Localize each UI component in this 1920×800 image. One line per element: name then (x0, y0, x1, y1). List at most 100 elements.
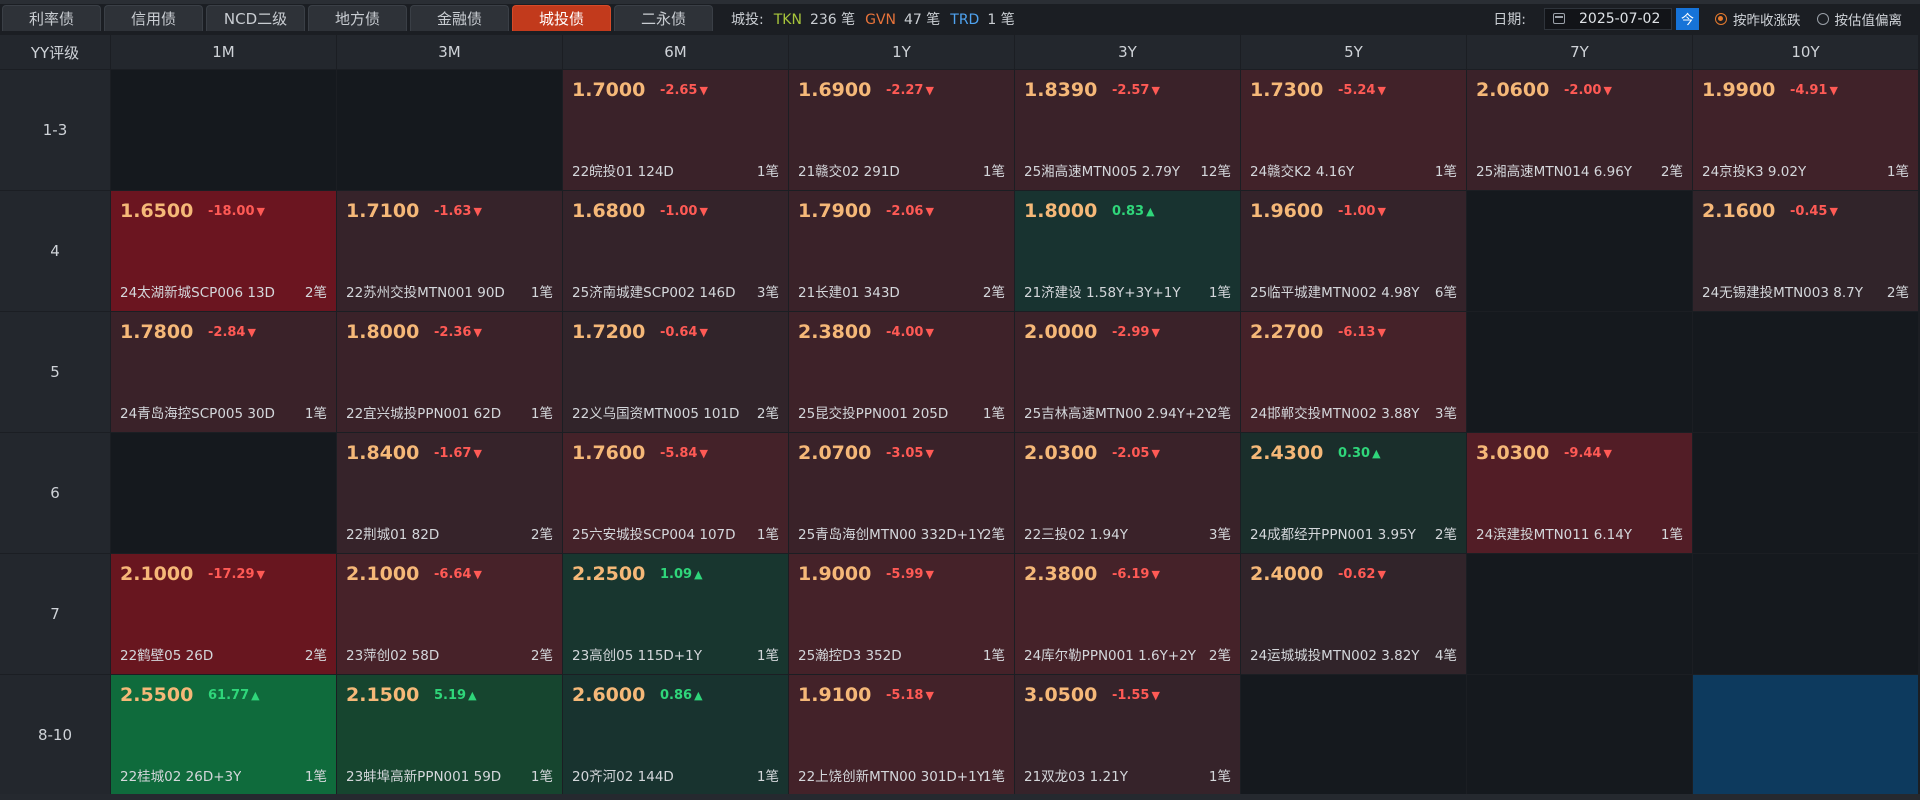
bond-cell[interactable]: 2.3800 -4.00 ▼ 25昆交投PPN001 205D 1笔 (789, 312, 1014, 432)
change-value: -2.57 (1112, 83, 1150, 98)
yield-value: 2.1000 (120, 563, 194, 585)
change-value: -5.99 (886, 567, 924, 582)
change-value: -2.36 (434, 325, 472, 340)
bond-cell[interactable]: 1.9900 -4.91 ▼ 24京投K3 9.02Y 1笔 (1693, 70, 1918, 190)
trade-count: 2笔 (304, 648, 327, 664)
bond-name: 24库尔勒PPN001 1.6Y+2Y (1024, 648, 1196, 664)
tab-1[interactable]: 信用债 (104, 5, 203, 31)
stats-label: 城投: (731, 11, 764, 28)
bond-cell[interactable]: 1.9000 -5.99 ▼ 25瀚控D3 352D 1笔 (789, 554, 1014, 674)
tenor-header-7y[interactable]: 7Y (1467, 35, 1692, 69)
trade-count: 1笔 (530, 769, 553, 785)
bond-cell[interactable]: 2.0600 -2.00 ▼ 25湘高速MTN014 6.96Y 2笔 (1467, 70, 1692, 190)
bond-cell[interactable]: 1.9100 -5.18 ▼ 22上饶创新MTN00 301D+1Y 1笔 (789, 675, 1014, 795)
empty-cell (1693, 554, 1918, 674)
bond-cell[interactable]: 3.0300 -9.44 ▼ 24滨建投MTN011 6.14Y 1笔 (1467, 433, 1692, 553)
arrow-down-icon: ▼ (1377, 326, 1386, 339)
trade-count: 1笔 (530, 285, 553, 301)
bond-cell[interactable]: 1.6800 -1.00 ▼ 25济南城建SCP002 146D 3笔 (563, 191, 788, 311)
bond-cell[interactable]: 2.5500 61.77 ▲ 22桂城02 26D+3Y 1笔 (111, 675, 336, 795)
tenor-header-3m[interactable]: 3M (337, 35, 562, 69)
bond-cell[interactable]: 2.1000 -17.29 ▼ 22鹤壁05 26D 2笔 (111, 554, 336, 674)
trade-count: 2笔 (1208, 648, 1231, 664)
bond-name: 25临平城建MTN002 4.98Y (1250, 285, 1420, 301)
arrow-up-icon: ▲ (694, 689, 703, 702)
bond-cell[interactable]: 2.4300 0.30 ▲ 24成都经开PPN001 3.95Y 2笔 (1241, 433, 1466, 553)
stat-code: GVN (865, 11, 897, 28)
arrow-down-icon: ▼ (473, 205, 482, 218)
change-value: -6.13 (1338, 325, 1376, 340)
tenor-header-6m[interactable]: 6M (563, 35, 788, 69)
change-value: -3.05 (886, 446, 924, 461)
change-value: -1.00 (660, 204, 698, 219)
tenor-header-5y[interactable]: 5Y (1241, 35, 1466, 69)
tenor-header-1y[interactable]: 1Y (789, 35, 1014, 69)
arrow-down-icon: ▼ (925, 326, 934, 339)
bond-name: 24赣交K2 4.16Y (1250, 164, 1355, 180)
bond-cell[interactable]: 1.7600 -5.84 ▼ 25六安城投SCP004 107D 1笔 (563, 433, 788, 553)
arrow-down-icon: ▼ (925, 447, 934, 460)
bond-cell[interactable]: 1.7100 -1.63 ▼ 22苏州交投MTN001 90D 1笔 (337, 191, 562, 311)
tenor-header-1m[interactable]: 1M (111, 35, 336, 69)
trade-count: 1笔 (1886, 164, 1909, 180)
bond-cell[interactable]: 2.0300 -2.05 ▼ 22三投02 1.94Y 3笔 (1015, 433, 1240, 553)
empty-cell (1467, 191, 1692, 311)
change-bp: 61.77 ▲ (208, 688, 260, 703)
today-button[interactable]: 今 (1676, 7, 1699, 30)
date-picker[interactable]: 2025-07-02 (1544, 7, 1672, 30)
bond-name: 24邯郸交投MTN002 3.88Y (1250, 406, 1420, 422)
bond-cell[interactable]: 1.6500 -18.00 ▼ 24太湖新城SCP006 13D 2笔 (111, 191, 336, 311)
bond-cell[interactable]: 2.1500 5.19 ▲ 23蚌埠高新PPN001 59D 1笔 (337, 675, 562, 795)
bond-name: 25济南城建SCP002 146D (572, 285, 736, 301)
bond-cell[interactable]: 2.6000 0.86 ▲ 20齐河02 144D 1笔 (563, 675, 788, 795)
bond-cell[interactable]: 1.7000 -2.65 ▼ 22皖投01 124D 1笔 (563, 70, 788, 190)
change-bp: -1.63 ▼ (434, 204, 482, 219)
bond-cell[interactable]: 1.9600 -1.00 ▼ 25临平城建MTN002 4.98Y 6笔 (1241, 191, 1466, 311)
bond-cell[interactable]: 1.8390 -2.57 ▼ 25湘高速MTN005 2.79Y 12笔 (1015, 70, 1240, 190)
bond-name: 24无锡建投MTN003 8.7Y (1702, 285, 1863, 301)
tab-5[interactable]: 城投债 (512, 5, 611, 31)
tab-2[interactable]: NCD二级 (206, 5, 305, 31)
radio-unchecked-icon (1816, 12, 1829, 25)
trade-count: 1笔 (1208, 769, 1231, 785)
bond-cell[interactable]: 2.2500 1.09 ▲ 23高创05 115D+1Y 1笔 (563, 554, 788, 674)
change-bp: -2.65 ▼ (660, 83, 708, 98)
bond-cell[interactable]: 2.0700 -3.05 ▼ 25青岛海创MTN00 332D+1Y 2笔 (789, 433, 1014, 553)
bond-cell[interactable]: 1.8000 0.83 ▲ 21济建设 1.58Y+3Y+1Y 1笔 (1015, 191, 1240, 311)
bond-cell[interactable]: 2.2700 -6.13 ▼ 24邯郸交投MTN002 3.88Y 3笔 (1241, 312, 1466, 432)
tab-4[interactable]: 金融债 (410, 5, 509, 31)
bond-cell[interactable]: 1.6900 -2.27 ▼ 21赣交02 291D 1笔 (789, 70, 1014, 190)
bond-cell[interactable]: 2.4000 -0.62 ▼ 24运城城投MTN002 3.82Y 4笔 (1241, 554, 1466, 674)
sort-by-prev-close-radio[interactable]: 按昨收涨跌 (1715, 9, 1801, 29)
arrow-up-icon: ▲ (468, 689, 477, 702)
bond-cell[interactable]: 2.1000 -6.64 ▼ 23萍创02 58D 2笔 (337, 554, 562, 674)
bond-cell[interactable]: 1.7800 -2.84 ▼ 24青岛海控SCP005 30D 1笔 (111, 312, 336, 432)
change-bp: -17.29 ▼ (208, 567, 265, 582)
bond-cell[interactable]: 3.0500 -1.55 ▼ 21双龙03 1.21Y 1笔 (1015, 675, 1240, 795)
arrow-down-icon: ▼ (699, 205, 708, 218)
trade-count: 2笔 (304, 285, 327, 301)
empty-cell (1467, 675, 1692, 795)
change-bp: -6.13 ▼ (1338, 325, 1386, 340)
horizontal-scrollbar[interactable] (0, 794, 1920, 800)
bond-cell[interactable]: 2.1600 -0.45 ▼ 24无锡建投MTN003 8.7Y 2笔 (1693, 191, 1918, 311)
tab-3[interactable]: 地方债 (308, 5, 407, 31)
bond-cell[interactable]: 2.3800 -6.19 ▼ 24库尔勒PPN001 1.6Y+2Y 2笔 (1015, 554, 1240, 674)
bond-cell[interactable]: 1.8000 -2.36 ▼ 22宜兴城投PPN001 62D 1笔 (337, 312, 562, 432)
bond-cell[interactable]: 1.7300 -5.24 ▼ 24赣交K2 4.16Y 1笔 (1241, 70, 1466, 190)
bond-cell[interactable]: 1.7900 -2.06 ▼ 21长建01 343D 2笔 (789, 191, 1014, 311)
bond-cell[interactable]: 1.7200 -0.64 ▼ 22义乌国资MTN005 101D 2笔 (563, 312, 788, 432)
trade-count: 2笔 (530, 527, 553, 543)
bond-name: 21济建设 1.58Y+3Y+1Y (1024, 285, 1181, 301)
tab-0[interactable]: 利率债 (2, 5, 101, 31)
bond-cell[interactable]: 2.0000 -2.99 ▼ 25吉林高速MTN00 2.94Y+2Y 2笔 (1015, 312, 1240, 432)
sort-by-valuation-radio[interactable]: 按估值偏离 (1816, 9, 1902, 29)
bond-cell[interactable]: 1.8400 -1.67 ▼ 22荆城01 82D 2笔 (337, 433, 562, 553)
tab-6[interactable]: 二永债 (614, 5, 713, 31)
tenor-header-10y[interactable]: 10Y (1693, 35, 1918, 69)
tenor-header-3y[interactable]: 3Y (1015, 35, 1240, 69)
yield-value: 2.6000 (572, 684, 646, 706)
change-bp: -2.84 ▼ (208, 325, 256, 340)
yield-value: 1.9600 (1250, 200, 1324, 222)
yield-value: 2.0000 (1024, 321, 1098, 343)
